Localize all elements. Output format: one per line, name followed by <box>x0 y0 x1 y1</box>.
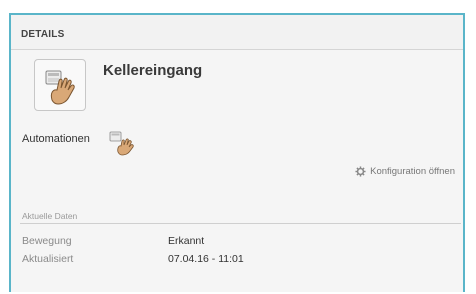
automation-hand-icon[interactable] <box>108 128 138 156</box>
data-row-label: Aktualisiert <box>22 253 74 265</box>
automation-label: Automationen <box>22 133 90 145</box>
section-heading: Aktuelle Daten <box>22 211 78 221</box>
door-hand-icon <box>45 70 75 105</box>
data-row-label: Bewegung <box>22 235 72 247</box>
details-panel: DETAILS Kellereingang Automationen Konfi… <box>9 13 465 292</box>
device-tile[interactable] <box>34 59 86 111</box>
section-divider <box>20 223 461 224</box>
panel-header: DETAILS <box>11 15 463 50</box>
open-configuration-link[interactable]: Konfiguration öffnen <box>355 166 455 177</box>
data-row-value: Erkannt <box>168 235 205 247</box>
data-row-value: 07.04.16 - 11:01 <box>168 253 244 265</box>
gear-icon <box>355 166 366 177</box>
device-name: Kellereingang <box>103 62 203 79</box>
config-link-label: Konfiguration öffnen <box>370 166 455 177</box>
panel-title: DETAILS <box>21 29 65 40</box>
